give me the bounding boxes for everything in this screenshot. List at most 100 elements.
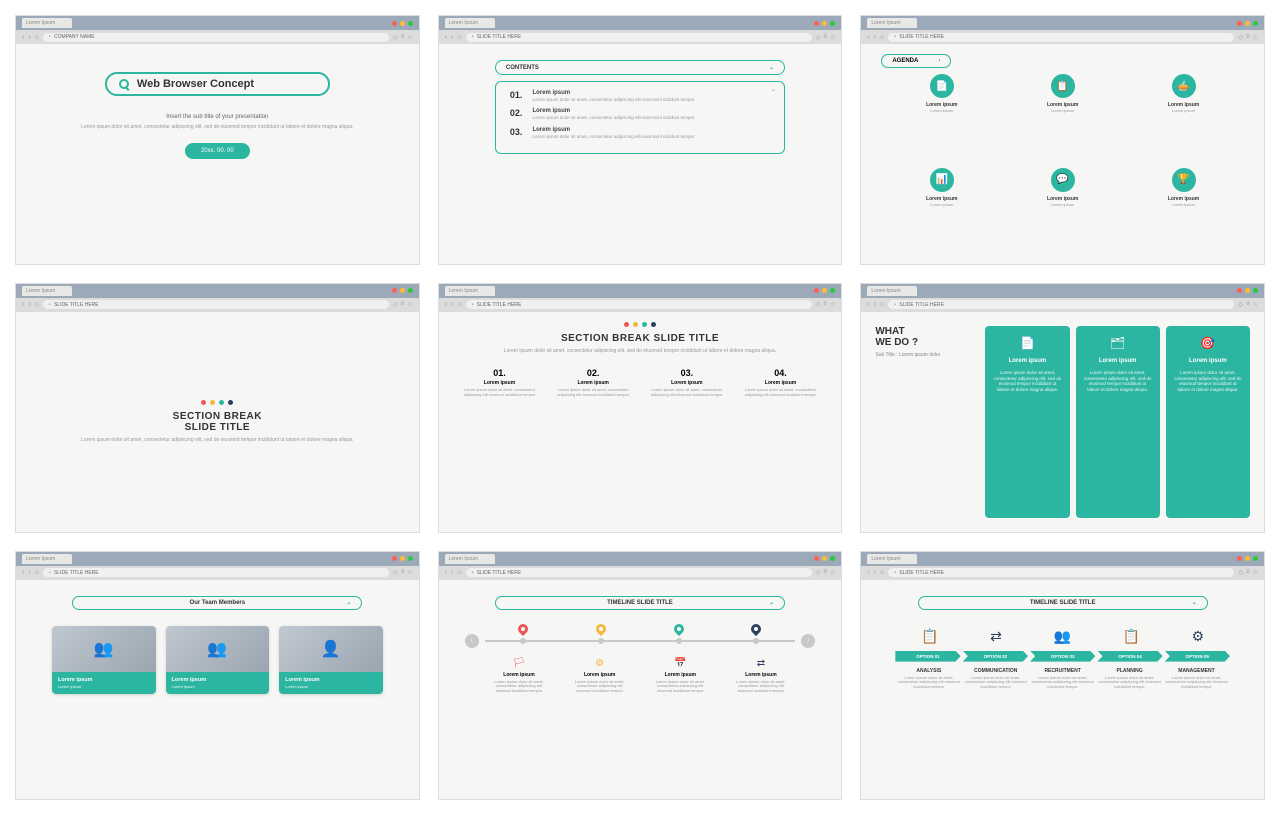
star-icon[interactable]: ☆ (407, 569, 412, 576)
forward-icon[interactable]: › (874, 569, 876, 576)
back-icon[interactable]: ‹ (445, 34, 447, 41)
minimize-icon[interactable] (822, 21, 827, 26)
star-icon[interactable]: ☆ (407, 34, 412, 41)
tab[interactable]: Lorem Ipsum (22, 286, 72, 296)
menu-icon[interactable]: ≡ (1246, 569, 1250, 576)
menu-icon[interactable]: ≡ (823, 34, 827, 41)
star-icon[interactable]: ☆ (830, 34, 835, 41)
star-icon[interactable]: ☆ (830, 301, 835, 308)
home-icon[interactable]: ⌂ (35, 34, 39, 41)
tab[interactable]: Lorem Ipsum (867, 18, 917, 28)
maximize-icon[interactable] (408, 556, 413, 561)
minimize-icon[interactable] (822, 556, 827, 561)
back-icon[interactable]: ‹ (445, 569, 447, 576)
close-icon[interactable] (392, 288, 397, 293)
menu-icon[interactable]: ≡ (401, 34, 405, 41)
close-icon[interactable] (1237, 21, 1242, 26)
maximize-icon[interactable] (408, 288, 413, 293)
back-icon[interactable]: ‹ (22, 301, 24, 308)
star-icon[interactable]: ☆ (1253, 569, 1258, 576)
menu-icon[interactable]: ≡ (401, 569, 405, 576)
pin-icon[interactable]: ◇ (816, 301, 821, 308)
close-icon[interactable] (814, 21, 819, 26)
url-field[interactable]: SLIDE TITLE HERE (466, 33, 812, 42)
close-icon[interactable] (392, 21, 397, 26)
back-icon[interactable]: ‹ (22, 34, 24, 41)
forward-icon[interactable]: › (28, 569, 30, 576)
next-arrow[interactable]: › (801, 634, 815, 648)
url-field[interactable]: COMPANY NAME (43, 33, 389, 42)
pin-icon[interactable]: ◇ (1238, 34, 1243, 41)
tab[interactable]: Lorem Ipsum (867, 554, 917, 564)
forward-icon[interactable]: › (874, 34, 876, 41)
home-icon[interactable]: ⌂ (457, 301, 461, 308)
tab[interactable]: Lorem Ipsum (445, 18, 495, 28)
star-icon[interactable]: ☆ (407, 301, 412, 308)
tab[interactable]: Lorem Ipsum (867, 286, 917, 296)
minimize-icon[interactable] (400, 288, 405, 293)
home-icon[interactable]: ⌂ (457, 569, 461, 576)
tab[interactable]: Lorem Ipsum (22, 18, 72, 28)
forward-icon[interactable]: › (28, 34, 30, 41)
star-icon[interactable]: ☆ (1253, 301, 1258, 308)
pin-icon[interactable]: ◇ (1238, 569, 1243, 576)
forward-icon[interactable]: › (28, 301, 30, 308)
forward-icon[interactable]: › (874, 301, 876, 308)
back-icon[interactable]: ‹ (867, 34, 869, 41)
forward-icon[interactable]: › (451, 569, 453, 576)
maximize-icon[interactable] (830, 21, 835, 26)
pin-icon[interactable]: ◇ (1238, 301, 1243, 308)
menu-icon[interactable]: ≡ (823, 569, 827, 576)
minimize-icon[interactable] (822, 288, 827, 293)
url-field[interactable]: SLIDE TITLE HERE (888, 300, 1234, 309)
pin-icon[interactable]: ◇ (393, 301, 398, 308)
tab[interactable]: Lorem Ipsum (445, 554, 495, 564)
star-icon[interactable]: ☆ (1253, 34, 1258, 41)
home-icon[interactable]: ⌂ (880, 301, 884, 308)
url-field[interactable]: SLIDE TITLE HERE (466, 568, 812, 577)
forward-icon[interactable]: › (451, 301, 453, 308)
maximize-icon[interactable] (1253, 21, 1258, 26)
pin-icon[interactable]: ◇ (393, 569, 398, 576)
menu-icon[interactable]: ≡ (1246, 301, 1250, 308)
close-icon[interactable] (392, 556, 397, 561)
minimize-icon[interactable] (1245, 556, 1250, 561)
menu-icon[interactable]: ≡ (401, 301, 405, 308)
minimize-icon[interactable] (400, 21, 405, 26)
back-icon[interactable]: ‹ (445, 301, 447, 308)
pin-icon[interactable]: ◇ (393, 34, 398, 41)
url-field[interactable]: SLIDE TITLE HERE (43, 300, 389, 309)
back-icon[interactable]: ‹ (867, 301, 869, 308)
close-icon[interactable] (1237, 556, 1242, 561)
pin-icon[interactable]: ◇ (816, 34, 821, 41)
tab[interactable]: Lorem Ipsum (445, 286, 495, 296)
maximize-icon[interactable] (408, 21, 413, 26)
home-icon[interactable]: ⌂ (457, 34, 461, 41)
minimize-icon[interactable] (400, 556, 405, 561)
back-icon[interactable]: ‹ (867, 569, 869, 576)
close-icon[interactable] (814, 288, 819, 293)
star-icon[interactable]: ☆ (830, 569, 835, 576)
url-field[interactable]: SLIDE TITLE HERE (43, 568, 389, 577)
url-field[interactable]: SLIDE TITLE HERE (466, 300, 812, 309)
close-icon[interactable] (1237, 288, 1242, 293)
tab[interactable]: Lorem Ipsum (22, 554, 72, 564)
menu-icon[interactable]: ≡ (1246, 34, 1250, 41)
close-icon[interactable] (814, 556, 819, 561)
minimize-icon[interactable] (1245, 288, 1250, 293)
home-icon[interactable]: ⌂ (880, 569, 884, 576)
maximize-icon[interactable] (830, 556, 835, 561)
menu-icon[interactable]: ≡ (823, 301, 827, 308)
home-icon[interactable]: ⌂ (35, 569, 39, 576)
minimize-icon[interactable] (1245, 21, 1250, 26)
url-field[interactable]: SLIDE TITLE HERE (888, 33, 1234, 42)
home-icon[interactable]: ⌂ (35, 301, 39, 308)
maximize-icon[interactable] (1253, 288, 1258, 293)
forward-icon[interactable]: › (451, 34, 453, 41)
url-field[interactable]: SLIDE TITLE HERE (888, 568, 1234, 577)
maximize-icon[interactable] (830, 288, 835, 293)
maximize-icon[interactable] (1253, 556, 1258, 561)
prev-arrow[interactable]: ‹ (465, 634, 479, 648)
back-icon[interactable]: ‹ (22, 569, 24, 576)
pin-icon[interactable]: ◇ (816, 569, 821, 576)
